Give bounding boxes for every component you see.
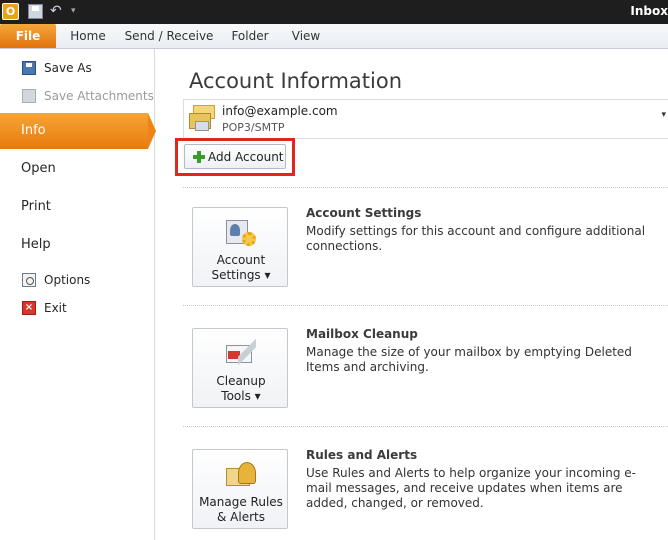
outlook-logo-icon[interactable]: O [2,3,19,20]
quick-save-icon[interactable] [28,4,43,19]
plus-icon [193,150,205,163]
nav-info[interactable]: Info [0,113,156,149]
window-title: Inbox [630,4,668,18]
account-settings-button-label: Account Settings ▾ [211,253,271,282]
account-folder-icon [189,105,215,133]
save-attachments-icon [22,89,36,103]
title-bar: O ↶ ▾ Inbox [0,0,668,24]
tab-home[interactable]: Home [62,24,114,48]
tab-folder[interactable]: Folder [224,24,276,48]
mailbox-cleanup-description: Manage the size of your mailbox by empty… [306,345,632,374]
divider [183,426,668,427]
rules-alerts-title: Rules and Alerts [306,448,418,462]
nav-help[interactable]: Help [0,227,155,263]
add-account-button[interactable]: Add Account [184,144,286,169]
nav-options[interactable]: Options [0,268,155,292]
divider [183,305,668,306]
account-settings-title: Account Settings [306,206,422,220]
customize-toolbar-chevron-icon[interactable]: ▾ [71,4,81,18]
tab-send-receive[interactable]: Send / Receive [122,24,216,48]
account-email: info@example.com [222,104,338,118]
info-panel: Account Information info@example.com POP… [156,49,668,540]
rules-alerts-icon [224,460,258,490]
cleanup-tools-icon [224,339,258,369]
nav-save-as[interactable]: Save As [0,56,155,80]
manage-rules-button-label: Manage Rules & Alerts [199,495,283,524]
account-settings-button[interactable]: Account Settings ▾ [192,207,288,287]
account-settings-description: Modify settings for this account and con… [306,224,646,253]
nav-print[interactable]: Print [0,189,155,225]
cleanup-tools-button[interactable]: Cleanup Tools ▾ [192,328,288,408]
undo-icon[interactable]: ↶ [50,3,66,19]
nav-save-attachments-label: Save Attachments [44,89,154,103]
divider [183,187,668,188]
options-icon [22,273,36,287]
nav-save-attachments: Save Attachments [0,84,155,108]
account-settings-icon [224,218,258,248]
ribbon-tabs: File Home Send / Receive Folder View [0,24,668,49]
nav-exit[interactable]: × Exit [0,296,155,320]
nav-exit-label: Exit [44,301,67,315]
account-type: POP3/SMTP [222,121,285,134]
backstage-nav: Save As Save Attachments Info Open Print… [0,49,156,540]
rules-alerts-description: Use Rules and Alerts to help organize yo… [306,466,636,510]
nav-open[interactable]: Open [0,151,155,187]
page-title: Account Information [189,69,403,93]
add-account-label: Add Account [208,149,284,164]
nav-info-label: Info [21,123,46,138]
cleanup-tools-button-label: Cleanup Tools ▾ [216,374,266,403]
active-pointer [148,113,156,149]
nav-save-as-label: Save As [44,61,92,75]
tab-file[interactable]: File [0,24,56,48]
chevron-down-icon[interactable]: ▾ [661,110,666,120]
tab-view[interactable]: View [283,24,329,48]
account-selector[interactable]: info@example.com POP3/SMTP ▾ [183,99,668,139]
exit-icon: × [22,301,36,315]
mailbox-cleanup-title: Mailbox Cleanup [306,327,418,341]
nav-options-label: Options [44,273,91,287]
manage-rules-button[interactable]: Manage Rules & Alerts [192,449,288,529]
save-as-icon [22,61,36,75]
